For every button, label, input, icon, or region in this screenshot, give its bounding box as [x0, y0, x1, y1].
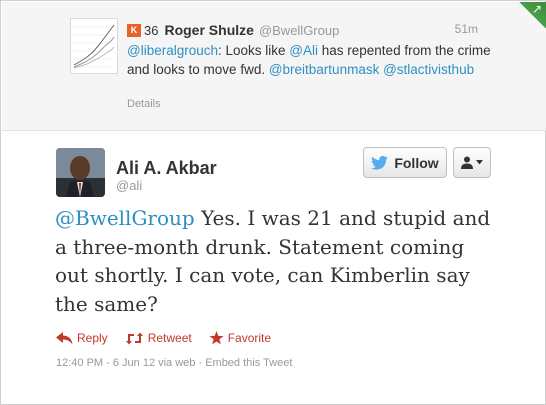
follow-label: Follow: [394, 154, 439, 171]
reply-arrow-icon: [56, 331, 73, 344]
caret-down-icon: [476, 160, 483, 165]
reply-label: Reply: [77, 331, 108, 345]
author-handle[interactable]: @ali: [116, 178, 142, 193]
retweet-icon: [125, 332, 143, 344]
retweet-button[interactable]: Retweet: [125, 331, 192, 345]
tweet-actions: Reply Retweet Favorite: [56, 331, 288, 345]
klout-score: 36: [144, 22, 159, 38]
details-link[interactable]: Details: [127, 98, 161, 110]
parent-thumbnail-chart[interactable]: [70, 18, 118, 74]
follow-button[interactable]: Follow: [363, 147, 447, 178]
favorite-button[interactable]: Favorite: [209, 331, 271, 345]
parent-author-handle[interactable]: @BwellGroup: [259, 23, 339, 38]
parent-author-name[interactable]: Roger Shulze: [164, 22, 253, 38]
favorite-label: Favorite: [227, 331, 272, 345]
tweet-text: @BwellGroup Yes. I was 21 and stupid and…: [55, 204, 495, 318]
reply-button[interactable]: Reply: [56, 331, 108, 345]
text-span: : Looks like: [218, 43, 290, 58]
tweet-frame: ↗ K 36 Roger Shulze @BwellGroup 51m @lib…: [0, 0, 546, 405]
expand-arrow-icon: ↗: [531, 2, 542, 16]
klout-icon: K: [127, 23, 141, 37]
mention-link[interactable]: @Ali: [289, 43, 318, 58]
corner-badge: ↗: [518, 2, 546, 28]
parent-header: K 36 Roger Shulze @BwellGroup: [127, 21, 339, 39]
retweet-label: Retweet: [147, 331, 192, 345]
mention-link[interactable]: @breitbartunmask: [269, 62, 380, 77]
reply-mention-link[interactable]: @BwellGroup: [55, 206, 195, 230]
parent-tweet-text: @liberalgrouch: Looks like @Ali has repe…: [127, 42, 507, 79]
parent-timestamp[interactable]: 51m: [455, 22, 478, 36]
star-icon: [209, 331, 224, 345]
avatar[interactable]: [56, 148, 105, 197]
person-icon: [461, 156, 473, 169]
author-name[interactable]: Ali A. Akbar: [116, 158, 217, 179]
mention-link[interactable]: @stlactivisthub: [383, 62, 474, 77]
twitter-bird-icon: [371, 155, 389, 170]
parent-tweet[interactable]: ↗ K 36 Roger Shulze @BwellGroup 51m @lib…: [2, 2, 546, 131]
tweet-meta[interactable]: 12:40 PM - 6 Jun 12 via web · Embed this…: [56, 357, 292, 369]
user-actions-button[interactable]: [453, 147, 491, 178]
mention-link[interactable]: @liberalgrouch: [127, 43, 218, 58]
